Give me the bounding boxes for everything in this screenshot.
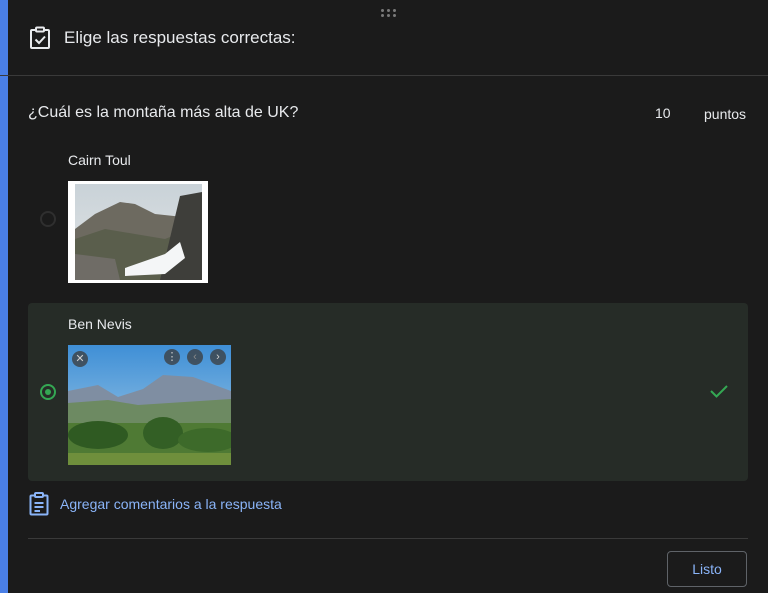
question-text: ¿Cuál es la montaña más alta de UK? [28,104,299,121]
header-title: Elige las respuestas correctas: [64,28,296,47]
clipboard-icon [29,492,49,516]
card-header: Elige las respuestas correctas: [0,0,768,76]
option-radio-ben-nevis[interactable] [40,384,56,400]
question-card: Elige las respuestas correctas: ¿Cuál es… [0,0,768,593]
footer-divider [28,538,748,539]
done-button[interactable]: Listo [667,551,747,587]
points-label: puntos [704,106,747,122]
image-next-icon[interactable]: › [210,349,226,365]
remove-image-icon[interactable]: ✕ [72,351,88,367]
option-image-cairn-toul [68,181,208,283]
image-more-icon[interactable]: ⋮ [164,349,180,365]
correct-check-icon [710,385,728,398]
option-label-cairn-toul: Cairn Toul [68,152,131,168]
option-image-ben-nevis: ✕ ⋮ ‹ › [68,345,231,465]
checklist-icon [30,26,50,49]
option-label-ben-nevis: Ben Nevis [68,316,132,332]
points-value[interactable]: 10 [655,105,671,121]
option-radio-cairn-toul[interactable] [40,211,56,227]
image-prev-icon[interactable]: ‹ [187,349,203,365]
add-feedback-link[interactable]: Agregar comentarios a la respuesta [60,496,282,512]
card-accent-bar [0,0,8,593]
